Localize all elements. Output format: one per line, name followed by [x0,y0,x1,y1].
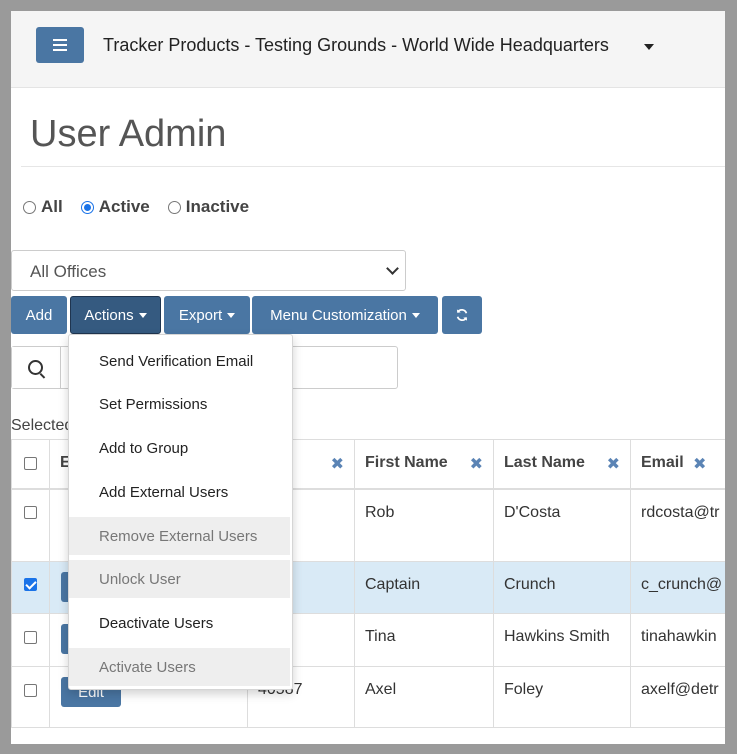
cell-email: tinahawkin [641,628,717,645]
remove-column-icon[interactable]: ✖ [693,454,706,474]
menu-item-add-to-group[interactable]: Add to Group [69,429,290,467]
cell-last-name: Hawkins Smith [504,628,610,645]
menu-item-unlock-user[interactable]: Unlock User [69,560,290,598]
column-header-email[interactable]: Email ✖ [630,439,725,490]
add-button[interactable]: Add [11,296,67,334]
row-checkbox[interactable] [24,631,37,644]
page-title: User Admin [30,113,227,155]
radio-active-label[interactable]: Active [99,197,150,217]
row-checkbox[interactable] [24,684,37,697]
search-button[interactable] [12,347,61,388]
export-button-label: Export [178,306,223,324]
divider [21,166,725,167]
cell-last-name: Crunch [504,576,556,593]
menu-item-remove-external-users[interactable]: Remove External Users [69,517,290,555]
menu-item-deactivate-users[interactable]: Deactivate Users [69,604,290,642]
row-checkbox[interactable] [24,578,37,591]
column-header-first-name[interactable]: First Name ✖ [354,439,494,490]
menu-item-add-external-users[interactable]: Add External Users [69,473,290,511]
cell-last-name: D'Costa [504,504,561,521]
hamburger-icon [53,39,67,51]
office-select[interactable]: All Offices [11,250,406,291]
remove-column-icon[interactable]: ✖ [607,454,620,474]
cell-last-name: Foley [504,681,544,698]
menu-item-activate-users[interactable]: Activate Users [69,648,290,686]
actions-button[interactable]: Actions [70,296,161,334]
add-button-label: Add [25,306,53,324]
export-button[interactable]: Export [164,296,250,334]
row-checkbox[interactable] [24,506,37,519]
cell-email: axelf@detr [641,681,719,698]
cell-first-name: Captain [365,576,421,593]
caret-down-icon [227,312,236,318]
search-icon [28,360,43,375]
caret-down-icon[interactable] [644,44,654,50]
cell-first-name: Axel [365,681,397,698]
refresh-icon [456,309,468,321]
remove-column-icon[interactable]: ✖ [470,454,483,474]
actions-dropdown-menu: Send Verification Email Set Permissions … [68,334,293,690]
menu-customization-label: Menu Customization [270,306,407,324]
menu-customization-button[interactable]: Menu Customization [252,296,438,334]
status-filter: All Active Inactive [23,197,267,217]
selected-count: Selected [11,417,74,434]
select-all-checkbox[interactable] [24,457,37,470]
radio-all-label[interactable]: All [41,197,63,217]
caret-down-icon [411,312,420,318]
cell-email: rdcosta@tr [641,504,720,521]
select-all-header [11,439,50,490]
menu-item-set-permissions[interactable]: Set Permissions [69,385,290,423]
radio-all[interactable] [23,200,36,214]
radio-inactive-label[interactable]: Inactive [186,197,249,217]
menu-item-send-verification-email[interactable]: Send Verification Email [69,342,290,380]
radio-inactive[interactable] [167,200,181,214]
organization-title[interactable]: Tracker Products - Testing Grounds - Wor… [103,35,609,56]
menu-toggle-button[interactable] [36,27,84,63]
chevron-down-icon [386,262,399,275]
cell-email: c_crunch@ [641,576,723,593]
cell-first-name: Rob [365,504,395,521]
app-frame: Tracker Products - Testing Grounds - Wor… [11,11,725,744]
radio-active[interactable] [80,200,94,214]
office-select-value: All Offices [30,262,107,281]
top-bar: Tracker Products - Testing Grounds - Wor… [11,11,725,88]
remove-column-icon[interactable]: ✖ [331,454,344,474]
actions-button-label: Actions [84,306,134,324]
cell-first-name: Tina [365,628,396,645]
column-header-last-name[interactable]: Last Name ✖ [493,439,631,490]
caret-down-icon [138,312,147,318]
refresh-button[interactable] [442,296,482,334]
